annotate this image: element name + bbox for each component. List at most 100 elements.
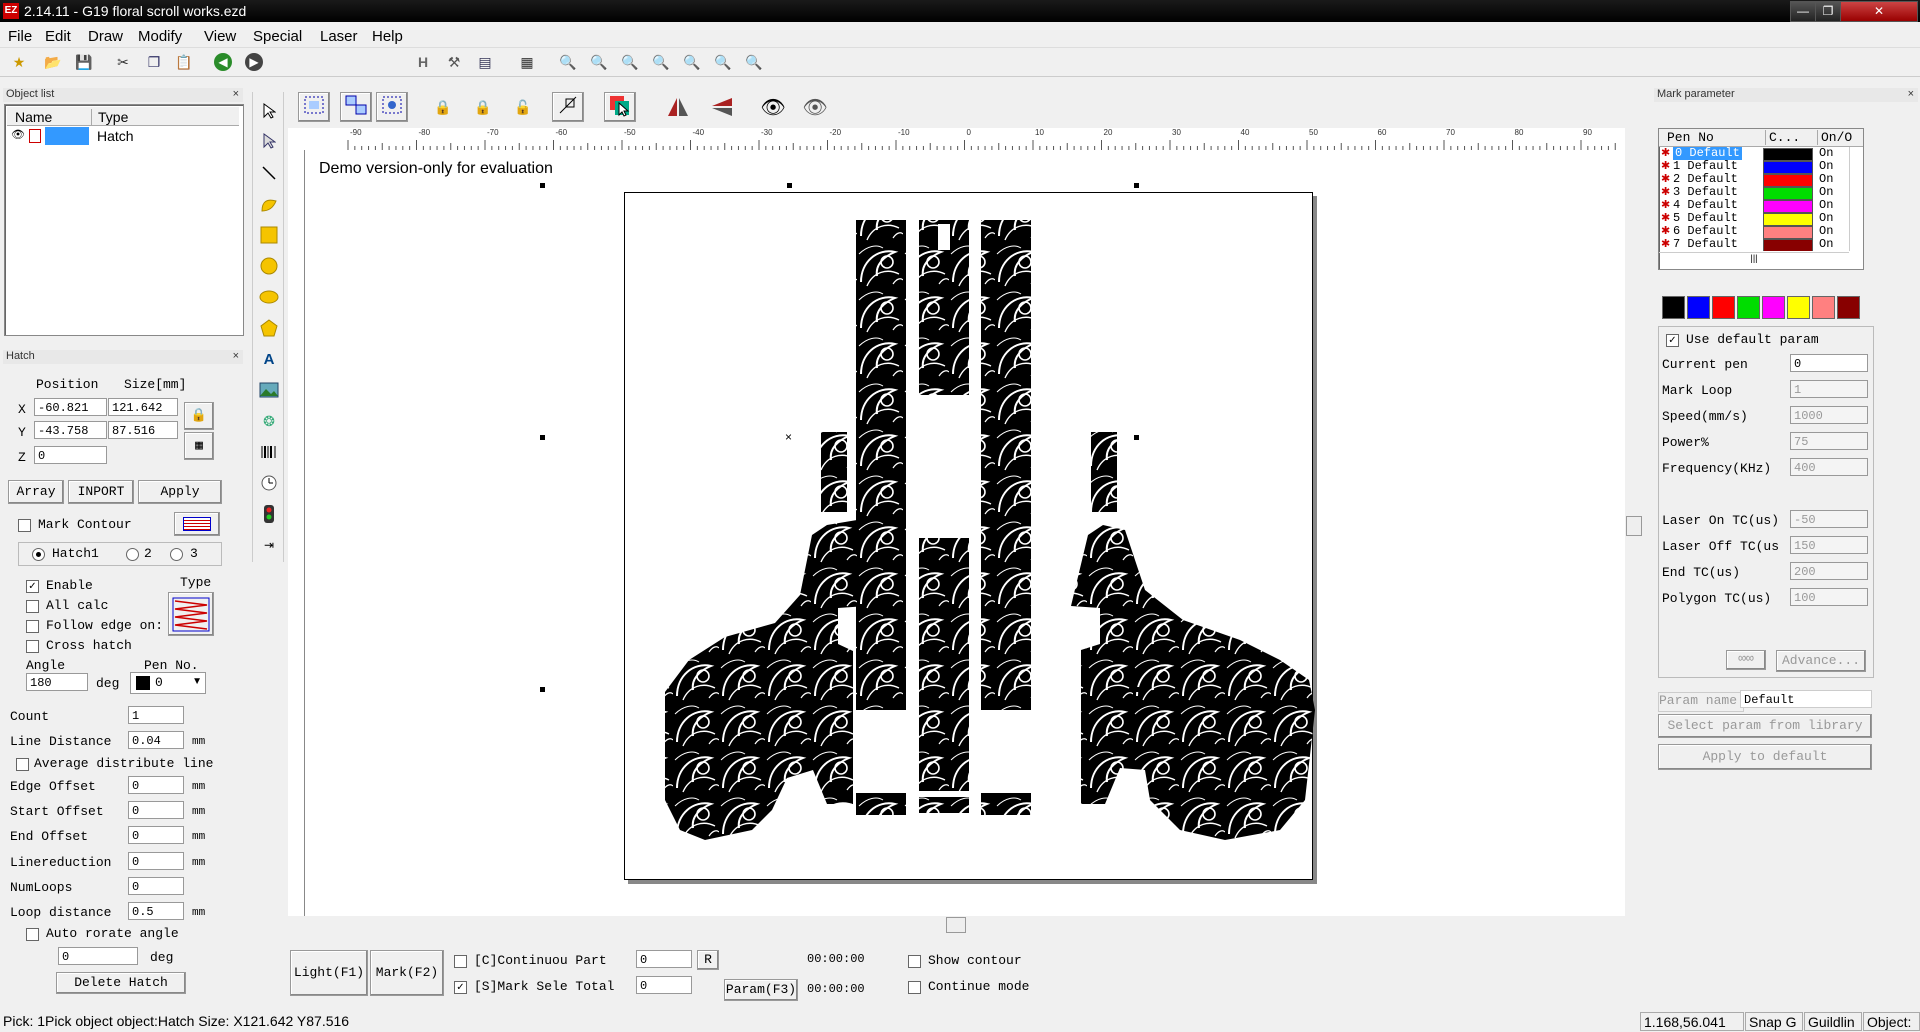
polygon-icon[interactable] — [258, 317, 280, 339]
mark-button[interactable]: Mark(F2) — [370, 950, 444, 996]
copy-icon[interactable]: ❐ — [143, 51, 165, 73]
undo-icon[interactable]: ◀ — [212, 51, 234, 73]
auto-rotate-input[interactable]: 0 — [58, 947, 138, 965]
color-swatch[interactable] — [1762, 296, 1785, 319]
part-count-input[interactable]: 0 — [636, 950, 692, 968]
vector-file-icon[interactable]: ❂ — [258, 410, 280, 432]
menu-laser[interactable]: Laser — [320, 28, 358, 45]
zoom-fit-icon[interactable]: 🔍 — [681, 51, 703, 73]
zoom-select-icon[interactable]: 🔍 — [743, 51, 765, 73]
ellipse-icon[interactable] — [258, 286, 280, 308]
drawing-canvas[interactable]: Demo version-only for evaluation × — [305, 150, 1625, 916]
show-contour-checkbox[interactable] — [908, 955, 921, 968]
floral-hatch-artwork[interactable]: × — [305, 150, 1625, 916]
close-icon[interactable]: × — [233, 88, 239, 100]
average-distribute-checkbox[interactable] — [16, 758, 29, 771]
menu-help[interactable]: Help — [372, 28, 403, 45]
line-distance-input[interactable]: 0.04 — [128, 731, 184, 749]
apply-default-button[interactable]: Apply to default — [1658, 744, 1872, 770]
menu-draw[interactable]: Draw — [88, 28, 123, 45]
inport-button[interactable]: INPORT — [68, 480, 134, 504]
node-icon[interactable]: ▦ — [516, 51, 538, 73]
continuous-checkbox[interactable] — [454, 955, 467, 968]
mirror-vertical-icon[interactable] — [710, 96, 732, 118]
scroll-thumb[interactable] — [946, 917, 966, 933]
link-button[interactable]: ∞∞ — [1726, 650, 1766, 670]
speed-input[interactable]: 1000 — [1790, 406, 1868, 424]
pen-list-hscroll[interactable]: ||| — [1659, 252, 1849, 268]
guideline-toggle[interactable]: Guildlin — [1804, 1012, 1862, 1031]
column-pen-no[interactable]: Pen No — [1667, 130, 1714, 145]
edge-offset-input[interactable]: 0 — [128, 776, 184, 794]
object-list[interactable]: Name Type 👁 Hatch — [4, 104, 244, 336]
barcode-icon[interactable] — [258, 441, 280, 463]
redo-icon[interactable]: ▶ — [243, 51, 265, 73]
scroll-thumb[interactable] — [1626, 516, 1642, 536]
size-x-input[interactable]: 121.642 — [108, 398, 178, 416]
minimize-button[interactable]: — — [1790, 1, 1816, 22]
list-item[interactable]: 👁 Hatch — [7, 127, 239, 145]
hatch1-radio[interactable] — [32, 548, 45, 561]
frequency-input[interactable]: 400 — [1790, 458, 1868, 476]
mark-contour-checkbox[interactable] — [18, 519, 31, 532]
object-name[interactable] — [45, 127, 89, 145]
zoom-in-icon[interactable]: 🔍 — [588, 51, 610, 73]
reference-icon[interactable] — [552, 92, 584, 122]
total-count-input[interactable]: 0 — [636, 976, 692, 994]
text-icon[interactable]: A — [258, 348, 280, 370]
select-icon[interactable] — [258, 100, 280, 122]
preview-settings-icon[interactable]: 👁 — [802, 96, 827, 119]
restore-button[interactable]: ❐ — [1815, 1, 1841, 22]
lock-icon[interactable]: 🔒 — [432, 96, 454, 118]
all-calc-checkbox[interactable] — [26, 600, 39, 613]
zoom-in2-icon[interactable]: 🔍 — [619, 51, 641, 73]
vertical-scrollbar[interactable] — [1625, 128, 1642, 916]
close-button[interactable]: ✕ — [1840, 1, 1918, 22]
timer-icon[interactable] — [258, 472, 280, 494]
laser-on-input[interactable]: -50 — [1790, 510, 1868, 528]
current-pen-input[interactable]: 0 — [1790, 354, 1868, 372]
anchor-grid-button[interactable]: ▦ — [184, 432, 214, 460]
hatch-tool-icon[interactable]: H — [412, 51, 434, 73]
open-icon[interactable]: 📂 — [42, 51, 64, 73]
delete-hatch-button[interactable]: Delete Hatch — [56, 972, 186, 994]
cross-hatch-checkbox[interactable] — [26, 640, 39, 653]
zoom-all-icon[interactable]: 🔍 — [712, 51, 734, 73]
auto-rotate-checkbox[interactable] — [26, 928, 39, 941]
curve-icon[interactable] — [258, 193, 280, 215]
param-name-input[interactable]: Default — [1740, 690, 1872, 708]
start-offset-input[interactable]: 0 — [128, 801, 184, 819]
close-icon[interactable]: × — [233, 350, 239, 362]
unlock-icon[interactable]: 🔒 — [472, 96, 494, 118]
menu-modify[interactable]: Modify — [138, 28, 182, 45]
follow-edge-checkbox[interactable] — [26, 620, 39, 633]
color-swatch[interactable] — [1812, 296, 1835, 319]
color-swatch[interactable] — [1787, 296, 1810, 319]
zoom-icon[interactable]: 🔍 — [557, 51, 579, 73]
pen-no-select[interactable]: 0 ▼ — [130, 672, 206, 694]
cut-icon[interactable]: ✂ — [112, 51, 134, 73]
select-color-icon[interactable] — [604, 92, 636, 122]
horizontal-scrollbar[interactable] — [288, 916, 1626, 933]
hatch-type-button[interactable] — [168, 592, 214, 636]
mark-loop-input[interactable]: 1 — [1790, 380, 1868, 398]
column-type[interactable]: Type — [91, 109, 128, 125]
ungroup-icon[interactable] — [340, 92, 372, 122]
pen-list-vscroll[interactable] — [1849, 147, 1863, 251]
menu-edit[interactable]: Edit — [45, 28, 71, 45]
menu-special[interactable]: Special — [253, 28, 302, 45]
end-tc-input[interactable]: 200 — [1790, 562, 1868, 580]
param-button[interactable]: Param(F3) — [724, 979, 798, 1001]
line-icon[interactable] — [258, 162, 280, 184]
paste-icon[interactable]: 📋 — [173, 51, 195, 73]
node-edit-icon[interactable] — [258, 130, 280, 152]
polygon-tc-input[interactable]: 100 — [1790, 588, 1868, 606]
color-swatch[interactable] — [1737, 296, 1760, 319]
position-z-input[interactable]: 0 — [34, 446, 107, 464]
unlock-all-icon[interactable]: 🔓 — [512, 96, 534, 118]
advance-button[interactable]: Advance... — [1776, 650, 1866, 672]
loop-distance-input[interactable]: 0.5 — [128, 902, 184, 920]
laser-off-input[interactable]: 150 — [1790, 536, 1868, 554]
io-icon[interactable] — [258, 503, 280, 525]
tools-icon[interactable]: ⚒ — [443, 51, 465, 73]
